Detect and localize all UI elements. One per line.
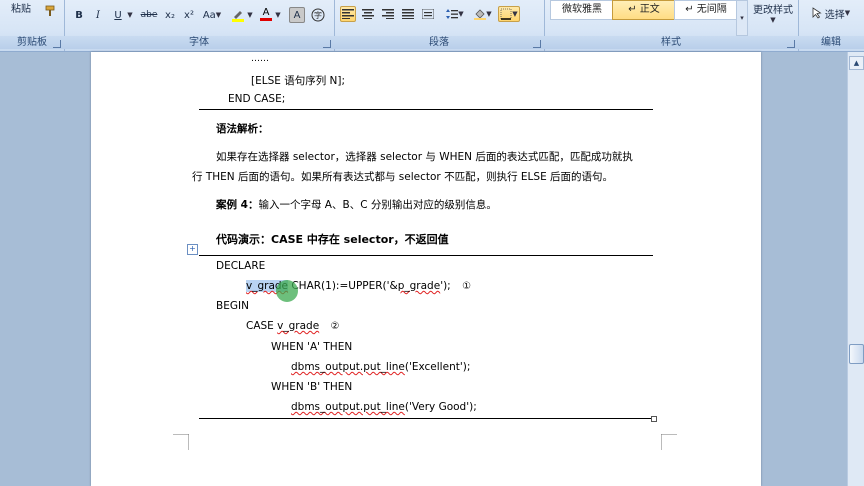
svg-text:字: 字 xyxy=(314,10,322,20)
vertical-scrollbar[interactable]: ▲ xyxy=(847,52,864,486)
styles-launcher-icon[interactable] xyxy=(787,40,795,48)
character-shading-button[interactable]: A xyxy=(289,7,305,23)
enclose-characters-icon[interactable]: 字 xyxy=(310,7,326,23)
cursor-arrow-icon xyxy=(812,7,822,19)
end-case-line: END CASE; xyxy=(228,93,286,105)
crop-mark-right-icon xyxy=(661,434,677,450)
change-case-button[interactable]: Aa ▼ xyxy=(201,7,223,23)
strikethrough-button[interactable]: abe xyxy=(139,7,159,23)
code-when-b: WHEN 'B' THEN xyxy=(271,381,353,393)
distributed-icon[interactable] xyxy=(420,6,436,22)
table-move-handle-icon[interactable]: + xyxy=(187,244,198,255)
line-spacing-icon[interactable]: ▼ xyxy=(444,6,466,22)
case-number: 案例 4： xyxy=(216,199,259,211)
syntax-paragraph-line-1: 如果存在选择器 selector，选择器 selector 与 WHEN 后面的… xyxy=(216,151,633,163)
syntax-paragraph-line-2: 行 THEN 后面的语句。如果所有表达式都与 selector 不匹配，则执行 … xyxy=(192,171,614,183)
select-button[interactable]: 选择 ▼ xyxy=(804,4,858,22)
shading-icon[interactable]: ▼ xyxy=(472,6,494,22)
code-declare: DECLARE xyxy=(216,260,266,272)
code-block-top-rule xyxy=(199,255,653,256)
ribbon: 粘贴 剪贴板 B I U ▼ abe x₂ x² Aa ▼ ▼ A ▼ A 字 字… xyxy=(0,0,864,52)
italic-button[interactable]: I xyxy=(90,7,106,23)
clipboard-launcher-icon[interactable] xyxy=(53,40,61,48)
code-block-bottom-rule xyxy=(199,109,653,110)
case-description: 输入一个字母 A、B、C 分别输出对应的级别信息。 xyxy=(258,199,497,211)
code-put-line-very-good: dbms_output.put_line('Very Good'); xyxy=(291,401,477,413)
code-when-a: WHEN 'A' THEN xyxy=(271,341,353,353)
bold-button[interactable]: B xyxy=(71,7,87,23)
font-group: B I U ▼ abe x₂ x² Aa ▼ ▼ A ▼ A 字 字体 xyxy=(64,0,335,51)
underline-dropdown-icon[interactable]: ▼ xyxy=(126,7,134,23)
paragraph-launcher-icon[interactable] xyxy=(533,40,541,48)
styles-group: 微软雅黑 ↵ 正文 ↵ 无间隔 ▾ 更改样式 ▼ 样式 xyxy=(544,0,799,51)
annotation-mark-2: ② xyxy=(330,321,340,332)
cursor-highlight-circle xyxy=(276,280,298,302)
align-right-icon[interactable] xyxy=(380,6,396,22)
crop-mark-left-icon xyxy=(173,434,189,450)
scroll-thumb[interactable] xyxy=(849,344,864,364)
highlight-dropdown-icon[interactable]: ▼ xyxy=(246,7,254,23)
justify-icon[interactable] xyxy=(400,6,416,22)
demo-title: 代码演示：CASE 中存在 selector，不返回值 xyxy=(216,233,449,246)
case-heading: 案例 4：输入一个字母 A、B、C 分别输出对应的级别信息。 xyxy=(216,197,497,212)
document-page[interactable]: …… [ELSE 语句序列 N]; END CASE; 语法解析： 如果存在选择… xyxy=(91,52,761,486)
paragraph-group-label: 段落 xyxy=(334,36,544,49)
paragraph-group: ▼ ▼ ▼ 段落 xyxy=(334,0,545,51)
highlight-color-icon[interactable] xyxy=(230,7,246,23)
style-weiruan-yahei[interactable]: 微软雅黑 xyxy=(550,0,614,20)
font-group-label: 字体 xyxy=(64,36,334,49)
change-styles-button[interactable]: 更改样式 ▼ xyxy=(750,0,796,24)
format-painter-icon[interactable] xyxy=(42,3,58,19)
font-color-button[interactable]: A xyxy=(258,6,274,22)
scroll-up-arrow-icon[interactable]: ▲ xyxy=(849,56,864,70)
superscript-button[interactable]: x² xyxy=(181,7,197,23)
style-no-spacing[interactable]: ↵ 无间隔 xyxy=(674,0,738,20)
code-put-line-excellent: dbms_output.put_line('Excellent'); xyxy=(291,361,471,373)
font-launcher-icon[interactable] xyxy=(323,40,331,48)
table-resize-handle-icon[interactable] xyxy=(651,416,657,422)
editing-group: 选择 ▼ 编辑 xyxy=(798,0,864,51)
font-color-dropdown-icon[interactable]: ▼ xyxy=(274,7,282,23)
syntax-title: 语法解析： xyxy=(216,123,269,135)
clipboard-group: 粘贴 剪贴板 xyxy=(0,0,65,51)
editing-group-label: 编辑 xyxy=(798,36,864,49)
paste-button[interactable]: 粘贴 xyxy=(4,0,38,15)
borders-icon[interactable]: ▼ xyxy=(498,6,520,22)
code-begin: BEGIN xyxy=(216,300,249,312)
code-case-line: CASE v_grade ② xyxy=(246,320,340,332)
underline-button[interactable]: U xyxy=(110,7,126,23)
page-end-rule xyxy=(199,418,653,419)
paste-label: 粘贴 xyxy=(11,3,31,15)
else-clause-line: [ELSE 语句序列 N]; xyxy=(251,75,346,87)
align-center-icon[interactable] xyxy=(360,6,376,22)
styles-group-label: 样式 xyxy=(544,36,798,49)
align-left-icon[interactable] xyxy=(340,6,356,22)
annotation-mark-1: ① xyxy=(462,281,472,292)
ellipsis-line: …… xyxy=(251,54,269,64)
styles-more-icon[interactable]: ▾ xyxy=(736,0,748,36)
subscript-button[interactable]: x₂ xyxy=(162,7,178,23)
style-normal[interactable]: ↵ 正文 xyxy=(612,0,676,20)
